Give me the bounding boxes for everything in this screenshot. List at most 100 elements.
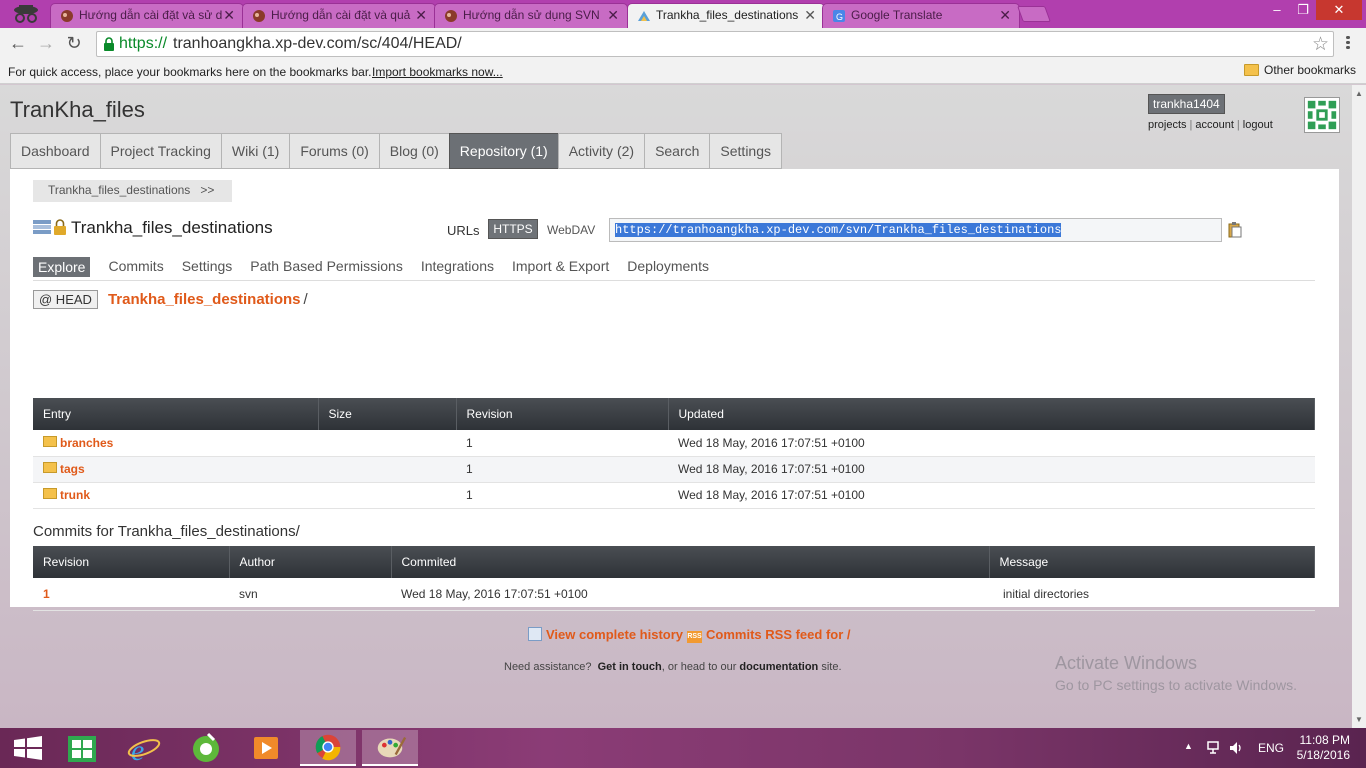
close-tab-icon[interactable]: ✕ bbox=[804, 7, 816, 24]
minimize-button[interactable]: – bbox=[1264, 0, 1290, 20]
column-header[interactable]: Entry bbox=[33, 398, 319, 430]
project-nav-tabs: Dashboard Project Tracking Wiki (1) Foru… bbox=[10, 133, 783, 169]
tab-wiki[interactable]: Wiki (1) bbox=[220, 133, 290, 169]
subnav-explore[interactable]: Explore bbox=[33, 257, 91, 277]
tab-settings[interactable]: Settings bbox=[709, 133, 783, 169]
close-tab-icon[interactable]: ✕ bbox=[607, 7, 619, 24]
subnav-path-permissions[interactable]: Path Based Permissions bbox=[250, 257, 403, 280]
entry-link[interactable]: tags bbox=[60, 462, 85, 476]
bookmark-star-icon[interactable]: ☆ bbox=[1312, 33, 1329, 56]
view-history-link[interactable]: View complete history bbox=[546, 627, 683, 642]
column-header[interactable]: Size bbox=[318, 398, 457, 430]
close-tab-icon[interactable]: ✕ bbox=[223, 7, 235, 24]
forward-arrow-icon[interactable]: → bbox=[34, 32, 58, 56]
updated-cell: Wed 18 May, 2016 17:07:51 +0100 bbox=[668, 430, 1315, 457]
tab-forums[interactable]: Forums (0) bbox=[289, 133, 379, 169]
tab-project-tracking[interactable]: Project Tracking bbox=[99, 133, 221, 169]
get-in-touch-link[interactable]: Get in touch bbox=[598, 661, 662, 673]
chrome-taskbar-icon[interactable] bbox=[300, 730, 356, 766]
windows-start-icon[interactable] bbox=[0, 730, 56, 766]
volume-icon[interactable] bbox=[1228, 740, 1244, 756]
revision-selector[interactable]: @ HEAD bbox=[33, 290, 98, 309]
internet-explorer-icon[interactable]: e bbox=[116, 730, 172, 766]
close-window-button[interactable]: ✕ bbox=[1316, 0, 1362, 20]
paint-icon[interactable] bbox=[362, 730, 418, 766]
subnav-deployments[interactable]: Deployments bbox=[627, 257, 709, 280]
page-scrollbar[interactable]: ▲ ▼ bbox=[1352, 85, 1366, 728]
https-toggle[interactable]: HTTPS bbox=[488, 219, 538, 239]
username-badge[interactable]: trankha1404 bbox=[1148, 94, 1225, 114]
coccoc-browser-icon[interactable] bbox=[178, 730, 234, 766]
entries-table: Entry Size Revision Updated branches 1 W… bbox=[33, 398, 1315, 509]
column-header[interactable]: Updated bbox=[668, 398, 1315, 430]
browser-tab[interactable]: Hướng dẫn sử dụng SVN ✕ bbox=[434, 3, 628, 28]
column-header[interactable]: Message bbox=[989, 546, 1315, 578]
import-bookmarks-link[interactable]: Import bookmarks now... bbox=[372, 65, 503, 79]
urls-label: URLs bbox=[447, 223, 480, 238]
close-tab-icon[interactable]: ✕ bbox=[415, 7, 427, 24]
tab-blog[interactable]: Blog (0) bbox=[378, 133, 449, 169]
reload-icon[interactable]: ↻ bbox=[62, 32, 86, 56]
browser-tab[interactable]: G Google Translate ✕ bbox=[822, 3, 1020, 28]
logout-link[interactable]: logout bbox=[1243, 119, 1273, 131]
subnav-settings[interactable]: Settings bbox=[182, 257, 233, 280]
assistance-text: Need assistance? Get in touch, or head t… bbox=[504, 661, 842, 673]
close-tab-icon[interactable]: ✕ bbox=[999, 7, 1011, 24]
xp-dev-favicon-icon bbox=[638, 11, 650, 21]
browser-tab[interactable]: Hướng dẫn cài đặt và quả ✕ bbox=[242, 3, 436, 28]
entry-link[interactable]: trunk bbox=[60, 488, 90, 502]
entry-link[interactable]: branches bbox=[60, 436, 113, 450]
subnav-commits[interactable]: Commits bbox=[108, 257, 163, 280]
store-icon[interactable] bbox=[54, 730, 110, 766]
show-hidden-icons-icon[interactable]: ▲ bbox=[1184, 741, 1193, 751]
media-player-icon[interactable] bbox=[238, 730, 294, 766]
other-bookmarks[interactable]: Other bookmarks bbox=[1244, 63, 1356, 77]
rss-feed-link[interactable]: Commits RSS feed for / bbox=[706, 627, 850, 642]
account-link[interactable]: account bbox=[1195, 119, 1234, 131]
tab-search[interactable]: Search bbox=[644, 133, 710, 169]
checkout-url-field[interactable]: https://tranhoangkha.xp-dev.com/svn/Tran… bbox=[609, 218, 1222, 242]
documentation-link[interactable]: documentation bbox=[739, 661, 818, 673]
column-header[interactable]: Revision bbox=[456, 398, 669, 430]
commits-heading: Commits for Trankha_files_destinations/ bbox=[33, 523, 300, 540]
breadcrumb[interactable]: Trankha_files_destinations >> bbox=[33, 180, 232, 202]
network-icon[interactable] bbox=[1206, 740, 1222, 756]
copy-clipboard-icon[interactable] bbox=[1228, 222, 1242, 238]
entry-cell[interactable]: trunk bbox=[33, 482, 318, 509]
activate-subtitle: Go to PC settings to activate Windows. bbox=[1055, 677, 1297, 693]
updated-cell: Wed 18 May, 2016 17:07:51 +0100 bbox=[668, 456, 1315, 483]
assist-mid: , or head to our bbox=[661, 661, 737, 673]
chrome-menu-icon[interactable] bbox=[1340, 36, 1356, 52]
address-bar[interactable]: https:// tranhoangkha.xp-dev.com/sc/404/… bbox=[96, 31, 1334, 57]
projects-link[interactable]: projects bbox=[1148, 119, 1187, 131]
tab-repository[interactable]: Repository (1) bbox=[448, 133, 558, 169]
path-root-link[interactable]: Trankha_files_destinations bbox=[108, 291, 301, 308]
table-row: trunk 1 Wed 18 May, 2016 17:07:51 +0100 bbox=[33, 482, 1315, 509]
path-bar: @ HEAD Trankha_files_destinations / bbox=[33, 290, 308, 309]
repository-title: Trankha_files_destinations bbox=[33, 218, 273, 238]
back-arrow-icon[interactable]: ← bbox=[6, 32, 30, 56]
column-header[interactable]: Commited bbox=[391, 546, 990, 578]
subnav-import-export[interactable]: Import & Export bbox=[512, 257, 609, 280]
assist-prefix: Need assistance? bbox=[504, 661, 592, 673]
webdav-toggle[interactable]: WebDAV bbox=[547, 223, 595, 237]
subnav-integrations[interactable]: Integrations bbox=[421, 257, 494, 280]
activate-title: Activate Windows bbox=[1055, 653, 1198, 673]
browser-tab[interactable]: Hướng dẫn cài đặt và sử d ✕ bbox=[50, 3, 244, 28]
scroll-down-icon[interactable]: ▼ bbox=[1355, 715, 1363, 724]
taskbar-clock[interactable]: 11:08 PM 5/18/2016 bbox=[1290, 733, 1350, 763]
entry-cell[interactable]: branches bbox=[33, 430, 318, 457]
language-indicator[interactable]: ENG bbox=[1258, 741, 1284, 755]
scroll-up-icon[interactable]: ▲ bbox=[1355, 89, 1363, 98]
commit-revision-link[interactable]: 1 bbox=[43, 587, 50, 601]
new-tab-button[interactable] bbox=[1017, 6, 1051, 22]
avatar[interactable] bbox=[1304, 97, 1340, 133]
entry-cell[interactable]: tags bbox=[33, 456, 318, 483]
column-header[interactable]: Revision bbox=[33, 546, 230, 578]
message-cell: initial directories bbox=[989, 578, 1315, 611]
tab-dashboard[interactable]: Dashboard bbox=[10, 133, 100, 169]
tab-activity[interactable]: Activity (2) bbox=[557, 133, 645, 169]
restore-button[interactable]: ❐ bbox=[1290, 0, 1316, 20]
browser-tab-active[interactable]: Trankha_files_destinations ✕ bbox=[627, 3, 825, 29]
column-header[interactable]: Author bbox=[229, 546, 392, 578]
